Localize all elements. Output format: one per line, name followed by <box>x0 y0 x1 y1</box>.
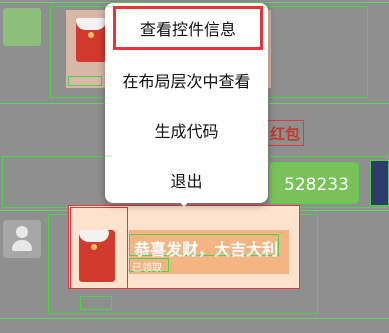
menu-item-view-in-layout[interactable]: 在布局层次中查看 <box>105 55 268 105</box>
menu-item-label: 退出 <box>170 172 203 191</box>
red-envelope-card[interactable]: 恭喜发财，大吉大利 已领取 <box>68 205 300 289</box>
message-bubble[interactable]: 528233 <box>269 162 359 204</box>
person-icon <box>12 226 32 252</box>
envelope-status: 已领取 <box>132 263 162 274</box>
footer-bounds <box>80 296 112 310</box>
envelope-title: 恭喜发财，大吉大利 <box>134 240 279 259</box>
avatar-self[interactable] <box>370 160 389 206</box>
row-divider <box>0 318 389 319</box>
red-envelope-icon <box>76 18 106 62</box>
context-menu: 查看控件信息 在布局层次中查看 生成代码 退出 <box>105 3 268 203</box>
avatar[interactable] <box>3 8 41 46</box>
envelope-text-bounds <box>68 76 102 86</box>
menu-item-label: 生成代码 <box>154 122 219 141</box>
envelope-status-bounds: 已领取 <box>129 258 169 274</box>
red-envelope-icon <box>79 230 115 282</box>
menu-item-view-widget-info[interactable]: 查看控件信息 <box>113 6 263 50</box>
menu-item-generate-code[interactable]: 生成代码 <box>105 105 268 155</box>
menu-pointer <box>176 198 192 207</box>
avatar[interactable] <box>3 220 41 258</box>
message-text: 528233 <box>284 175 349 195</box>
menu-item-label: 在布局层次中查看 <box>122 72 251 91</box>
system-tip-text: 红包 <box>269 124 300 143</box>
menu-item-label: 查看控件信息 <box>139 20 236 39</box>
envelope-title-bounds: 恭喜发财，大吉大利 <box>129 234 279 259</box>
tip-text-box: 红包 <box>266 120 304 146</box>
